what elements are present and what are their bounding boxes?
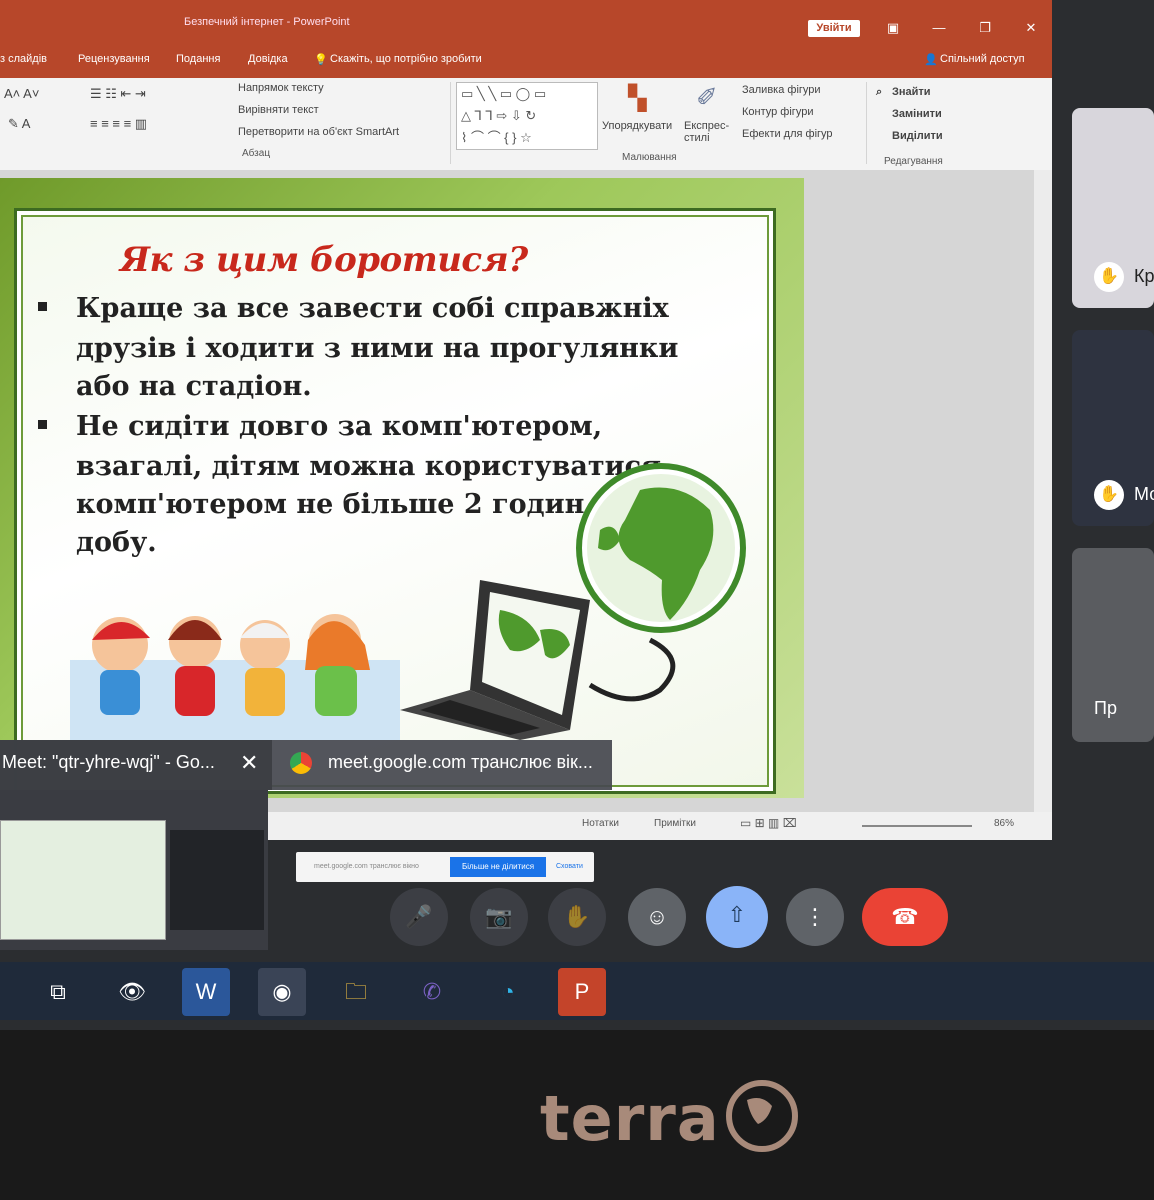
ribbon-display-icon[interactable]: ▣: [880, 18, 906, 38]
tab-from-slides[interactable]: з слайдів: [0, 53, 47, 65]
chrome-icon: [290, 752, 312, 774]
sharing-window-title: meet.google.com транслює вік...: [328, 752, 593, 772]
bullet-mark: [38, 420, 47, 429]
vertical-scrollbar[interactable]: [1034, 170, 1052, 820]
bullet-2-line-3: комп'ютером не більше 2 годин на: [76, 489, 632, 520]
view-buttons[interactable]: ▭ ⊞ ▥ ⌧: [740, 816, 797, 830]
close-icon[interactable]: ✕: [1018, 18, 1044, 38]
present-screen-icon[interactable]: ⇧: [706, 886, 768, 948]
font-color-icon[interactable]: ✎ A: [8, 116, 30, 132]
sharing-notice-text: meet.google.com транслює вікно: [314, 863, 419, 870]
close-tab-icon[interactable]: ✕: [240, 750, 258, 776]
tell-me-search[interactable]: Скажіть, що потрібно зробити: [330, 53, 482, 65]
person-icon: 👤: [924, 54, 938, 66]
raise-hand-icon[interactable]: ✋: [548, 888, 606, 946]
arrange-icon[interactable]: ▚: [628, 84, 646, 113]
paragraph-group-label: Абзац: [242, 148, 271, 159]
bullet-2-line-4: добу.: [76, 527, 157, 558]
arrange-button[interactable]: Упорядкувати: [602, 120, 672, 132]
viber-icon[interactable]: ✆: [408, 968, 456, 1016]
end-call-icon[interactable]: ☎: [862, 888, 948, 946]
lightbulb-icon: 💡: [314, 54, 328, 66]
task-view-icon[interactable]: ⧉: [34, 968, 82, 1016]
sign-in-button[interactable]: Увійти: [808, 20, 860, 37]
tab-help[interactable]: Довідка: [248, 53, 288, 65]
meet-tab[interactable]: Meet: "qtr-yhre-wqj" - Go... ✕: [0, 740, 272, 790]
replace-button[interactable]: Замінити: [892, 108, 942, 120]
stop-sharing-button[interactable]: Більше не ділитися: [450, 857, 546, 877]
ribbon: A˄ A˅ ☰ ☷ ⇤ ⇥ ✎ A ≡ ≡ ≡ ≡ ▥ Напрямок тек…: [0, 78, 1052, 171]
shapes-gallery[interactable]: ▭ ╲ ╲ ▭ ◯ ▭ △ ⅂ ⅂ ⇨ ⇩ ↻ ⌇ ⌒ ⌒ { } ☆: [456, 82, 598, 150]
file-explorer-icon[interactable]: 🗀: [332, 968, 380, 1016]
laptop-illustration: [400, 580, 676, 740]
align-text-button[interactable]: Вирівняти текст: [238, 104, 319, 116]
notes-button[interactable]: Нотатки: [582, 818, 619, 829]
participant-tile[interactable]: ✋ Кр: [1072, 108, 1154, 308]
raised-hand-icon: ✋: [1094, 262, 1124, 292]
powerpoint-icon[interactable]: P: [558, 968, 606, 1016]
bullet-1-line-2: друзів і ходити з ними на прогулянки: [76, 333, 679, 364]
thumbnail-participants: [170, 830, 264, 930]
participant-tile[interactable]: ✋ Мо: [1072, 330, 1154, 526]
raised-hand-icon: ✋: [1094, 480, 1124, 510]
participant-tile[interactable]: Пр: [1072, 548, 1154, 742]
ribbon-tabs: з слайдів Рецензування Подання Довідка 💡…: [0, 44, 1052, 78]
quick-styles-icon[interactable]: ✐: [696, 82, 718, 113]
maximize-icon[interactable]: ❐: [972, 18, 998, 38]
align-icons[interactable]: ≡ ≡ ≡ ≡ ▥: [90, 116, 147, 132]
thumbnail-slide: [0, 820, 166, 940]
shapes-row: △ ⅂ ⅂ ⇨ ⇩ ↻: [461, 108, 537, 123]
children-illustration: [70, 614, 400, 740]
sharing-notice: meet.google.com транслює вікно Сховати: [296, 852, 594, 882]
emoji-icon[interactable]: ☺: [628, 888, 686, 946]
drawing-group-label: Малювання: [622, 152, 677, 163]
edge-icon[interactable]: ◔: [484, 968, 532, 1016]
shapes-row: ⌇ ⌒ ⌒ { } ☆: [461, 130, 532, 145]
search-icon: ⌕: [876, 86, 883, 98]
shapes-row: ▭ ╲ ╲ ▭ ◯ ▭: [461, 86, 547, 101]
shape-outline-button[interactable]: Контур фігури: [742, 106, 813, 118]
zoom-slider[interactable]: [862, 825, 972, 827]
share-button[interactable]: Спільний доступ: [940, 53, 1025, 65]
participant-name: Мо: [1134, 484, 1154, 504]
editing-group-label: Редагування: [884, 156, 943, 167]
bullet-1-line-1: Краще за все завести собі справжніх: [76, 293, 669, 324]
bullet-2-line-1: Не сидіти довго за комп'ютером,: [76, 411, 603, 442]
brand-logo: terra: [540, 1082, 720, 1155]
bullet-1-line-3: або на стадіон.: [76, 371, 312, 402]
screen: Безпечний інтернет - PowerPoint Увійти ▣…: [0, 0, 1154, 1030]
participant-name: Пр: [1094, 698, 1117, 718]
window-preview-thumbnail[interactable]: [0, 790, 268, 950]
comments-button[interactable]: Примітки: [654, 818, 696, 829]
hide-notice-link[interactable]: Сховати: [556, 863, 583, 870]
select-button[interactable]: Виділити: [892, 130, 943, 142]
microphone-icon[interactable]: 🎤: [390, 888, 448, 946]
participant-name: Кр: [1134, 266, 1154, 286]
word-icon[interactable]: W: [182, 968, 230, 1016]
powerpoint-window: Безпечний інтернет - PowerPoint Увійти ▣…: [0, 0, 1052, 840]
text-direction-button[interactable]: Напрямок тексту: [238, 82, 324, 94]
meet-tab-title: Meet: "qtr-yhre-wqj" - Go...: [2, 752, 215, 772]
sharing-window-tab[interactable]: meet.google.com транслює вік...: [280, 740, 612, 790]
camera-icon[interactable]: 📷: [470, 888, 528, 946]
tab-view[interactable]: Подання: [176, 53, 220, 65]
title-bar: Безпечний інтернет - PowerPoint Увійти ▣…: [0, 0, 1052, 44]
more-options-icon[interactable]: ⋮: [786, 888, 844, 946]
chrome-icon[interactable]: ◉: [258, 968, 306, 1016]
window-title: Безпечний інтернет - PowerPoint: [184, 16, 350, 28]
slide-title: Як з цим боротися?: [120, 240, 528, 280]
zoom-level[interactable]: 86%: [994, 818, 1014, 829]
convert-smartart-button[interactable]: Перетворити на об'єкт SmartArt: [238, 126, 399, 138]
bullet-mark: [38, 302, 47, 311]
bullets-icon[interactable]: ☰ ☷ ⇤ ⇥: [90, 86, 146, 102]
eye-app-icon[interactable]: 👁: [108, 968, 156, 1016]
globe-logo-icon: [726, 1080, 798, 1152]
shape-effects-button[interactable]: Ефекти для фігур: [742, 128, 833, 140]
minimize-icon[interactable]: —: [926, 18, 952, 38]
shape-fill-button[interactable]: Заливка фігури: [742, 84, 821, 96]
quick-styles-button[interactable]: Експрес-стилі: [684, 120, 736, 144]
font-size-up-icon[interactable]: A˄ A˅: [4, 86, 39, 101]
find-button[interactable]: Знайти: [892, 86, 931, 98]
tab-review[interactable]: Рецензування: [78, 53, 150, 65]
